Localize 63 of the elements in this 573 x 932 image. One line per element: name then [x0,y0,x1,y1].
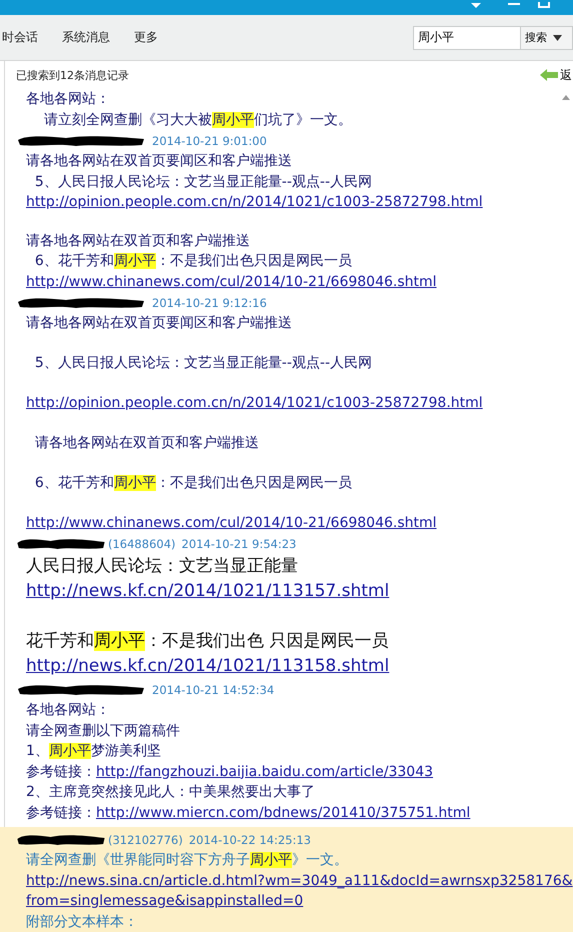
maximize-icon[interactable] [538,2,550,8]
selected-message[interactable]: (312102776) 2014-10-22 14:25:13 请全网查删《世界能同时容下方舟子周小平》一文。 http://news.sina.cn/article.d.html?wm=3049_a111&docId=awrnsxp3258176& from=singlemessage&isappinstalled=0 附部分文本样本： [0,827,573,932]
message-text: 请立刻全网查删《习大大被 [42,112,212,128]
message-text: 请各地各网站在双首页要闻区和客户端推送 [26,315,292,331]
highlighted-keyword: 周小平 [94,631,145,651]
sender-id: (16488604) [108,536,176,550]
message-text: 人民日报人民论坛：文艺当显正能量 [26,556,298,576]
message-time: 2014-10-22 14:25:13 [188,832,311,846]
message-text: ：不是我们出色只因是网民一员 [156,475,352,491]
highlighted-keyword: 周小平 [212,112,254,128]
scroll-up-icon[interactable] [562,95,570,100]
message-text: 们坑了》一文。 [254,112,352,128]
message-text: 请各地各网站在双首页和客户端推送 [26,232,250,248]
message-text: 请全网查删《世界能同时容下方舟子 [26,852,250,868]
highlighted-keyword: 周小平 [114,253,156,269]
message-link[interactable]: from=singlemessage&isappinstalled=0 [26,893,304,909]
message-text: 请各地各网站在双首页要闻区和客户端推送 [26,153,292,169]
toolbar-tab[interactable]: 更多 [132,25,160,50]
message-link[interactable]: http://www.miercn.com/bdnews/201410/375751.html [96,804,470,820]
highlighted-keyword: 周小平 [114,475,156,491]
message-text: 各地各网站： [26,91,110,107]
message-text: ：不是我们出色 只因是网民一员 [145,631,388,651]
message-text: 5、人民日报人民论坛：文艺当显正能量--观点--人民网 [34,355,372,371]
message-text: 5、人民日报人民论坛：文艺当显正能量--观点--人民网 [34,174,372,190]
dropdown-icon[interactable] [470,2,482,10]
highlighted-keyword: 周小平 [48,743,91,759]
caret-icon [553,34,562,40]
message-link[interactable]: http://news.kf.cn/2014/1021/113158.shtml [26,656,390,676]
message-text: 6、花千芳和 [34,475,114,491]
message-link[interactable]: http://fangzhouzi.baijia.baidu.com/article/33043 [96,764,434,780]
message-text: 梦游美利坚 [90,743,161,759]
message-text: 请各地各网站在双首页和客户端推送 [34,435,259,451]
message-time: 2014-10-21 9:54:23 [182,536,296,550]
message-link[interactable]: http://news.sina.cn/article.d.html?wm=3049_a111&docId=awrnsxp3258176& [26,872,573,888]
message-link[interactable]: http://www.chinanews.com/cul/2014/10-21/6698046.shtml [26,274,437,290]
message-time: 2014-10-21 14:52:34 [152,682,274,696]
message-text: 2、主席竟突然接见此人：中美果然要出大事了 [26,784,315,800]
message-text: 参考链接： [26,764,96,780]
message-text: 1、 [26,743,49,759]
message-text: 请全网查删以下两篇稿件 [26,722,180,738]
sender-id: (312102776) [108,832,183,846]
message-link[interactable]: http://www.chinanews.com/cul/2014/10-21/6698046.shtml [26,515,437,531]
toolbar-tab[interactable]: 系统消息 [60,25,112,50]
message-link[interactable]: http://opinion.people.com.cn/n/2014/1021/c1003-25872798.html [26,395,483,411]
search-field[interactable]: 周小平 [413,26,521,50]
minimize-icon[interactable] [508,2,520,6]
result-count: 已搜索到12条消息记录 [16,68,129,82]
message-text: 各地各网站： [26,702,110,718]
message-text: 参考链接： [26,804,96,820]
toolbar-tab[interactable]: 时会话 [0,25,40,50]
back-arrow-icon [540,69,558,81]
message-text: 》一文。 [292,852,348,868]
search-button[interactable]: 搜索 [521,26,573,50]
message-time: 2014-10-21 9:12:16 [152,296,267,310]
back-button[interactable]: 返 [540,66,572,84]
message-text: 附部分文本样本： [26,914,138,930]
message-text: 花千芳和 [26,631,94,651]
message-text: 6、花千芳和 [34,253,114,269]
message-link[interactable]: http://news.kf.cn/2014/1021/113157.shtml [26,581,390,601]
message-link[interactable]: http://opinion.people.com.cn/n/2014/1021/c1003-25872798.html [26,194,483,210]
message-time: 2014-10-21 9:01:00 [152,134,267,148]
highlighted-keyword: 周小平 [250,852,292,868]
message-text: ：不是我们出色只因是网民一员 [156,253,352,269]
